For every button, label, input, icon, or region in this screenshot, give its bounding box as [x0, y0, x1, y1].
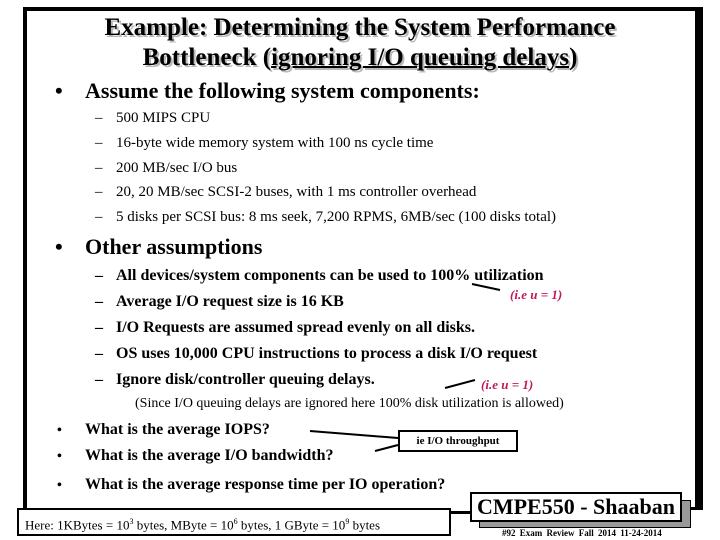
frame-connector [450, 511, 472, 514]
slide-title-line2: Bottleneck (ignoring I/O queuing delays) [30, 43, 690, 73]
bullet-icon: • [55, 78, 63, 103]
units-note-box: Here: 1KBytes = 103 bytes, MByte = 106 b… [17, 508, 451, 536]
list-item: –5 disks per SCSI bus: 8 ms seek, 7,200 … [95, 209, 557, 225]
dash-icon: – [95, 293, 103, 310]
bullet-icon: • [55, 234, 63, 259]
bullet-icon: • [57, 449, 62, 464]
dash-icon: – [95, 345, 103, 362]
slide-footer: #92 Exam Review Fall 2014 11-24-2014 [502, 528, 662, 538]
utilization-note: (i.e u = 1) [510, 287, 563, 302]
utilization-note: (i.e u = 1) [481, 377, 534, 392]
question-item: • What is the average response time per I… [57, 476, 446, 493]
dash-icon: – [95, 209, 103, 225]
heading-text: Assume the following system components: [85, 78, 480, 103]
title-prefix: Bottleneck ( [142, 44, 272, 71]
title-suffix: ) [569, 44, 578, 71]
list-item: – OS uses 10,000 CPU instructions to proc… [95, 345, 538, 362]
heading-text: Other assumptions [85, 234, 263, 259]
section-heading-components: • Assume the following system components: [55, 78, 480, 104]
question-item: • What is the average IOPS? [57, 421, 270, 438]
bullet-icon: • [57, 423, 62, 438]
frame-edge [699, 7, 703, 510]
course-badge: CMPE550 - Shaaban [470, 492, 682, 522]
queuing-note: (Since I/O queuing delays are ignored he… [135, 396, 564, 411]
throughput-callout: ie I/O throughput [398, 430, 518, 452]
list-item: –20, 20 MB/sec SCSI-2 buses, with 1 ms c… [95, 184, 477, 200]
section-heading-assumptions: • Other assumptions [55, 234, 262, 260]
dash-icon: – [95, 371, 103, 388]
dash-icon: – [95, 135, 103, 151]
dash-icon: – [95, 110, 103, 126]
list-item: –500 MIPS CPU [95, 110, 211, 126]
list-item: –16-byte wide memory system with 100 ns … [95, 135, 434, 151]
dash-icon: – [95, 160, 103, 176]
bullet-icon: • [57, 478, 62, 493]
slide-title-line1: Example: Determining the System Performa… [104, 14, 616, 41]
list-item: – I/O Requests are assumed spread evenly … [95, 319, 476, 336]
dash-icon: – [95, 319, 103, 336]
list-item: –200 MB/sec I/O bus [95, 160, 238, 176]
list-item: – All devices/system components can be us… [95, 267, 544, 284]
title-underlined: ignoring I/O queuing delays [271, 44, 570, 71]
dash-icon: – [95, 267, 103, 284]
dash-icon: – [95, 184, 103, 200]
list-item: – Ignore disk/controller queuing delays. [95, 371, 375, 388]
question-item: • What is the average I/O bandwidth? [57, 447, 334, 464]
list-item: – Average I/O request size is 16 KB [95, 293, 344, 310]
